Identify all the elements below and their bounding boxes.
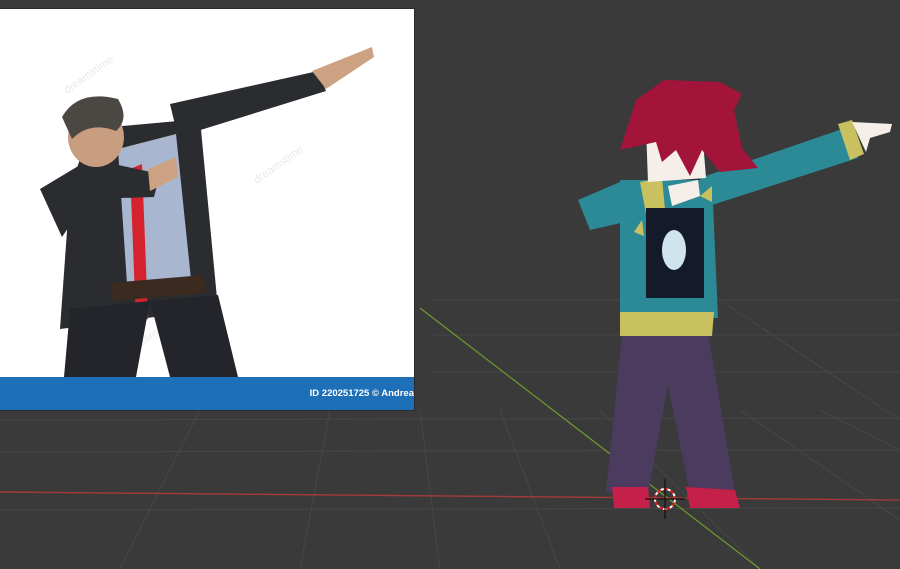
3d-cursor-icon[interactable] [645, 479, 685, 519]
character-waistband [620, 312, 714, 336]
image-credit-text: ID 220251725 © Andrea [309, 388, 414, 399]
credit-bar: ID 220251725 © Andrea [0, 377, 414, 410]
character-pants [606, 333, 735, 494]
character-hair [620, 80, 758, 176]
dabbing-man-photo [40, 47, 374, 377]
character-shoe-left [612, 487, 650, 508]
character-shoe-right [686, 487, 740, 508]
3d-viewport[interactable]: dreamstime dreamstime dreamstime [0, 0, 900, 569]
reference-image[interactable]: dreamstime dreamstime dreamstime [0, 9, 414, 410]
bunny-graphic-icon [662, 230, 686, 270]
